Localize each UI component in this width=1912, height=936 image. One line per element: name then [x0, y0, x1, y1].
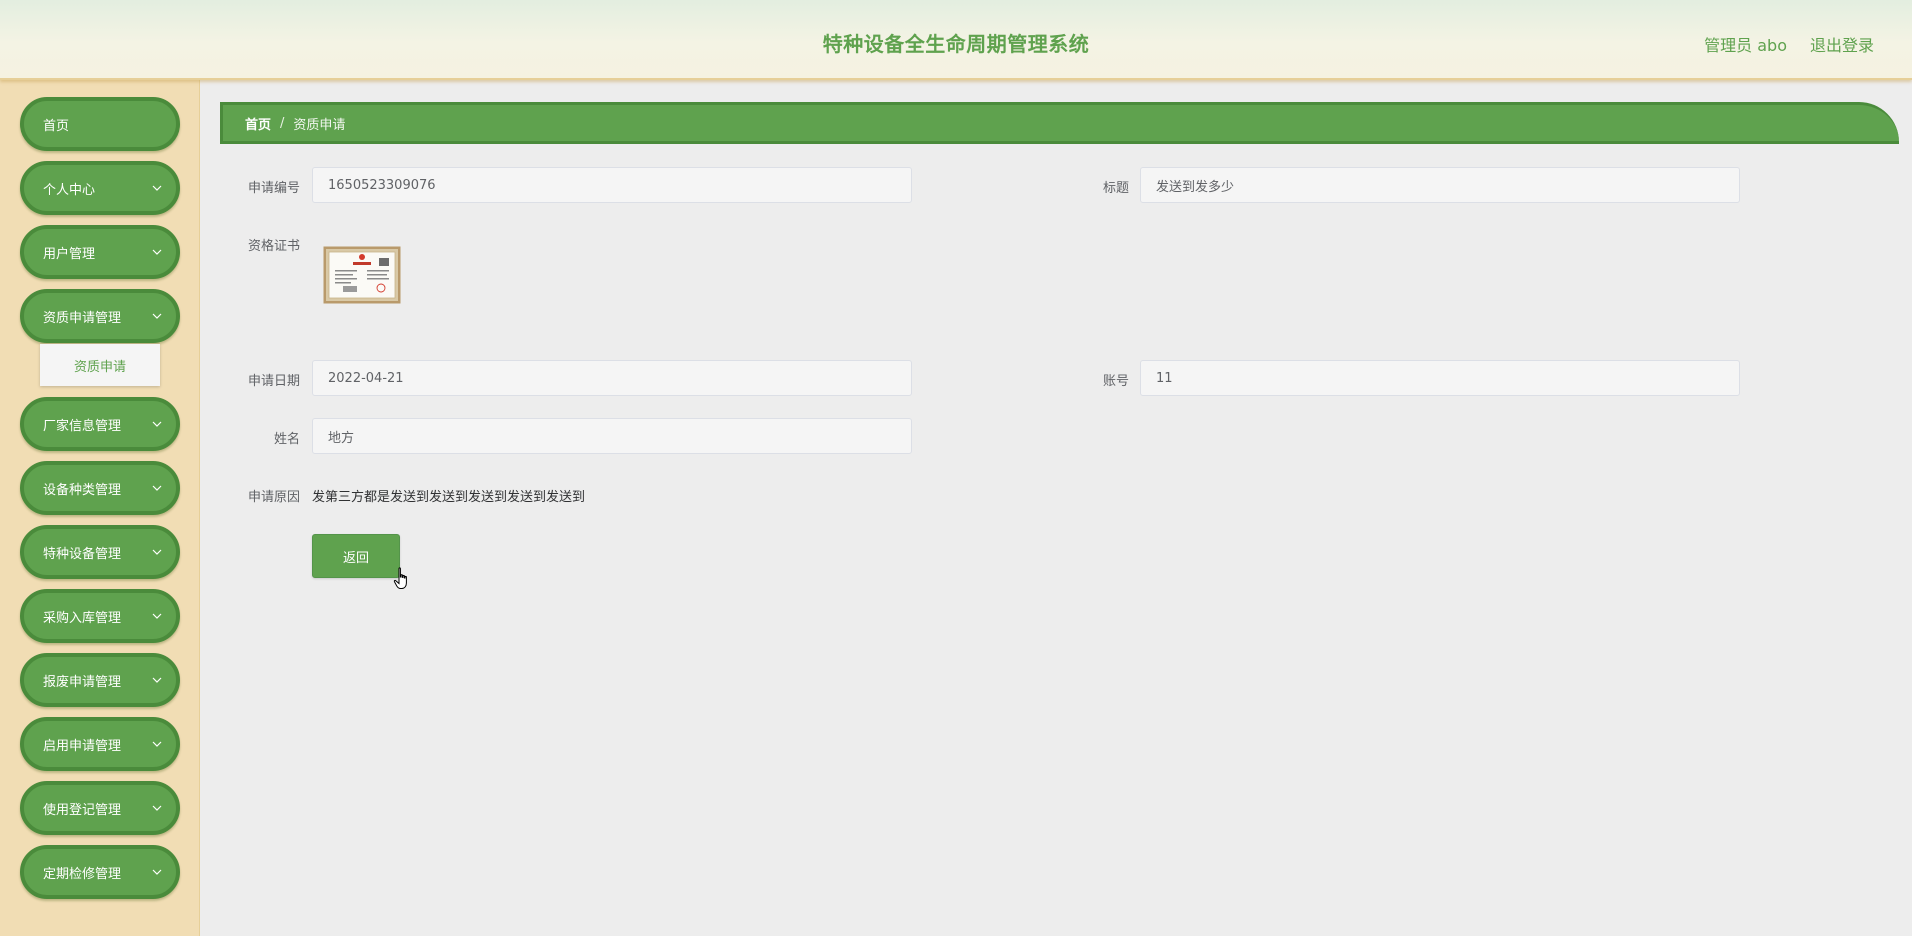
submenu-item-label: 资质申请 — [73, 359, 126, 375]
sidebar-item-label: 用户管理 — [43, 246, 96, 262]
chevron-down-icon — [152, 485, 162, 491]
sidebar: 首页 个人中心 用户管理 资质申请管理 资质申请 厂家信息管理 设备种类管理 特… — [0, 80, 200, 936]
sidebar-item-use-registration[interactable]: 使用登记管理 — [20, 781, 180, 835]
name-label: 姓名 — [273, 432, 300, 447]
chevron-down-icon — [152, 421, 162, 427]
breadcrumb-current: 资质申请 — [293, 117, 346, 133]
sidebar-item-manufacturer[interactable]: 厂家信息管理 — [20, 397, 180, 451]
reason-label: 申请原因 — [247, 490, 300, 505]
sidebar-item-home[interactable]: 首页 — [20, 97, 180, 151]
sidebar-item-user-management[interactable]: 用户管理 — [20, 225, 180, 279]
top-header: 特种设备全生命周期管理系统 管理员 abo 退出登录 — [0, 0, 1912, 80]
sidebar-item-personal-center[interactable]: 个人中心 — [20, 161, 180, 215]
sidebar-item-label: 定期检修管理 — [43, 866, 122, 882]
sidebar-item-label: 个人中心 — [43, 182, 96, 198]
sidebar-item-label: 厂家信息管理 — [43, 418, 122, 434]
chevron-down-icon — [152, 549, 162, 555]
sidebar-item-label: 使用登记管理 — [43, 802, 122, 818]
logout-link[interactable]: 退出登录 — [1810, 32, 1874, 56]
sidebar-item-label: 设备种类管理 — [43, 482, 122, 498]
apply-date-field[interactable]: 2022-04-21 — [312, 360, 912, 396]
sidebar-item-scrap-apply[interactable]: 报废申请管理 — [20, 653, 180, 707]
breadcrumb: 首页 / 资质申请 — [220, 102, 1899, 144]
sidebar-item-enable-apply[interactable]: 启用申请管理 — [20, 717, 180, 771]
sidebar-item-label: 首页 — [43, 118, 70, 134]
reason-value: 发第三方都是发送到发送到发送到发送到发送到 — [312, 490, 586, 505]
current-user: 管理员 abo — [1704, 36, 1787, 55]
name-field[interactable]: 地方 — [312, 418, 912, 454]
sidebar-item-label: 资质申请管理 — [43, 310, 122, 326]
account-label: 账号 — [1102, 374, 1129, 389]
apply-no-label: 申请编号 — [247, 181, 300, 196]
chevron-down-icon — [152, 869, 162, 875]
breadcrumb-home-link[interactable]: 首页 — [245, 114, 271, 133]
breadcrumb-separator: / — [280, 115, 285, 131]
sidebar-item-special-equipment[interactable]: 特种设备管理 — [20, 525, 180, 579]
sidebar-item-label: 特种设备管理 — [43, 546, 122, 562]
hand-pointer-icon — [393, 567, 407, 589]
sidebar-item-label: 启用申请管理 — [43, 738, 122, 754]
app-title: 特种设备全生命周期管理系统 — [822, 32, 1090, 56]
chevron-down-icon — [152, 613, 162, 619]
sidebar-item-qualification-management[interactable]: 资质申请管理 — [20, 289, 180, 343]
title-field[interactable]: 发送到发多少 — [1140, 167, 1740, 203]
chevron-down-icon — [152, 313, 162, 319]
sidebar-item-label: 采购入库管理 — [43, 610, 122, 626]
title-label: 标题 — [1102, 181, 1129, 196]
sidebar-item-periodic-maintenance[interactable]: 定期检修管理 — [20, 845, 180, 899]
chevron-down-icon — [152, 677, 162, 683]
apply-date-label: 申请日期 — [247, 374, 300, 389]
chevron-down-icon — [152, 805, 162, 811]
chevron-down-icon — [152, 741, 162, 747]
chevron-down-icon — [152, 185, 162, 191]
certificate-label: 资格证书 — [247, 239, 300, 254]
sidebar-item-equipment-type[interactable]: 设备种类管理 — [20, 461, 180, 515]
certificate-image[interactable] — [323, 246, 401, 304]
apply-no-field[interactable]: 1650523309076 — [312, 167, 912, 203]
sidebar-item-purchase-storage[interactable]: 采购入库管理 — [20, 589, 180, 643]
back-button[interactable]: 返回 — [312, 534, 400, 578]
submenu-item-qualification-apply[interactable]: 资质申请 — [40, 344, 160, 386]
chevron-down-icon — [152, 249, 162, 255]
sidebar-item-label: 报废申请管理 — [43, 674, 122, 690]
account-field[interactable]: 11 — [1140, 360, 1740, 396]
